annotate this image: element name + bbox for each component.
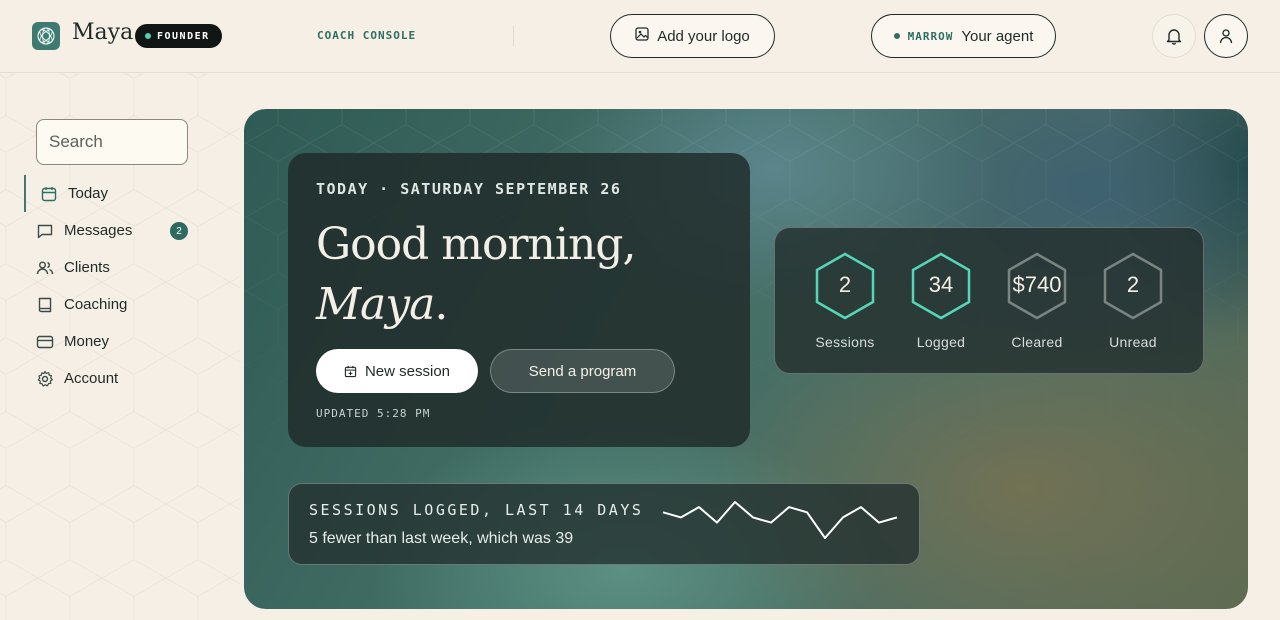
- stat-label: Logged: [916, 334, 966, 350]
- sparkline-series: [662, 501, 898, 539]
- trend-subtitle: 5 fewer than last week, which was 39: [309, 530, 574, 547]
- stat-label: Cleared: [1011, 334, 1063, 350]
- stat-value: 2: [1126, 272, 1140, 297]
- sidebar-item-label: Account: [64, 370, 119, 387]
- search-input[interactable]: [36, 119, 188, 165]
- add-logo-label: Add your logo: [657, 27, 750, 45]
- brand-logo-icon[interactable]: [32, 22, 60, 50]
- sidebar-item-label: Clients: [64, 259, 110, 276]
- user-icon: [1219, 29, 1233, 44]
- greeting-period: .: [434, 279, 448, 330]
- your-agent-button[interactable]: MARROW Your agent: [871, 14, 1056, 58]
- image-icon: [635, 27, 649, 45]
- sidebar-item-label: Messages: [64, 222, 133, 239]
- sidebar-nav: Today Messages 2 Clients Coaching Money …: [24, 175, 194, 397]
- sessions-sparkline: [662, 501, 898, 539]
- status-dot-icon: [145, 33, 151, 39]
- agent-status-dot-icon: [893, 33, 900, 39]
- add-logo-button[interactable]: Add your logo: [610, 14, 775, 58]
- brand-name: Maya: [72, 20, 134, 45]
- stat-label: Unread: [1109, 334, 1157, 350]
- stat-unread: 2 Unread: [1093, 252, 1173, 350]
- stat-value: 34: [928, 272, 954, 297]
- sidebar-item-label: Today: [68, 185, 109, 202]
- updated-timestamp: UPDATED 5:28 PM: [316, 407, 431, 420]
- gear-icon: [36, 370, 54, 388]
- top-header: Maya FOUNDER COACH CONSOLE Add your logo…: [0, 0, 1280, 73]
- send-program-label: Send a program: [528, 362, 637, 380]
- sidebar-item-label: Money: [64, 333, 110, 350]
- console-label: COACH CONSOLE: [317, 29, 417, 42]
- sidebar-item-clients[interactable]: Clients: [24, 249, 194, 286]
- founder-badge-label: FOUNDER: [157, 30, 210, 42]
- stat-logged: 34 Logged: [901, 252, 981, 350]
- unread-count-badge: 2: [170, 222, 188, 240]
- sidebar-item-messages[interactable]: Messages 2: [24, 212, 194, 249]
- stat-cleared: $740 Cleared: [997, 252, 1077, 350]
- sidebar-item-coaching[interactable]: Coaching: [24, 286, 194, 323]
- sessions-trend-card: SESSIONS LOGGED, LAST 14 DAYS 5 fewer th…: [288, 483, 920, 565]
- agent-tag: MARROW: [907, 29, 954, 43]
- hero-panel: TODAY · SATURDAY SEPTEMBER 26 Good morni…: [244, 109, 1248, 609]
- greeting-text: Good morning,: [316, 219, 636, 270]
- trend-title: SESSIONS LOGGED, LAST 14 DAYS: [309, 501, 644, 519]
- stat-value: 2: [838, 272, 852, 297]
- sidebar-item-money[interactable]: Money: [24, 323, 194, 360]
- card-icon: [36, 333, 54, 351]
- sidebar-item-label: Coaching: [64, 296, 128, 313]
- new-session-button[interactable]: New session: [316, 349, 478, 393]
- agent-label: Your agent: [961, 27, 1034, 45]
- calendar-icon: [40, 185, 58, 203]
- profile-button[interactable]: [1204, 14, 1248, 58]
- notifications-button[interactable]: [1152, 14, 1196, 58]
- stats-card: 2 Sessions 34 Logged $740 Cleared 2 Unread: [774, 227, 1204, 374]
- users-icon: [36, 259, 54, 277]
- stat-label: Sessions: [815, 334, 875, 350]
- stat-value: $740: [1012, 272, 1062, 297]
- message-icon: [36, 222, 54, 240]
- send-program-button[interactable]: Send a program: [490, 349, 675, 393]
- sidebar-item-account[interactable]: Account: [24, 360, 194, 397]
- book-icon: [36, 296, 54, 314]
- greeting-name: Maya: [316, 279, 435, 330]
- founder-badge: FOUNDER: [135, 24, 222, 48]
- calendar-plus-icon: [344, 365, 357, 377]
- new-session-label: New session: [364, 362, 451, 380]
- header-divider: [513, 26, 514, 46]
- greeting-heading: Good morning, Maya.: [316, 215, 636, 335]
- greeting-card: TODAY · SATURDAY SEPTEMBER 26 Good morni…: [288, 153, 750, 447]
- bell-icon: [1166, 29, 1182, 45]
- sidebar-item-today[interactable]: Today: [24, 175, 194, 212]
- stat-sessions: 2 Sessions: [805, 252, 885, 350]
- date-line: TODAY · SATURDAY SEPTEMBER 26: [316, 180, 622, 198]
